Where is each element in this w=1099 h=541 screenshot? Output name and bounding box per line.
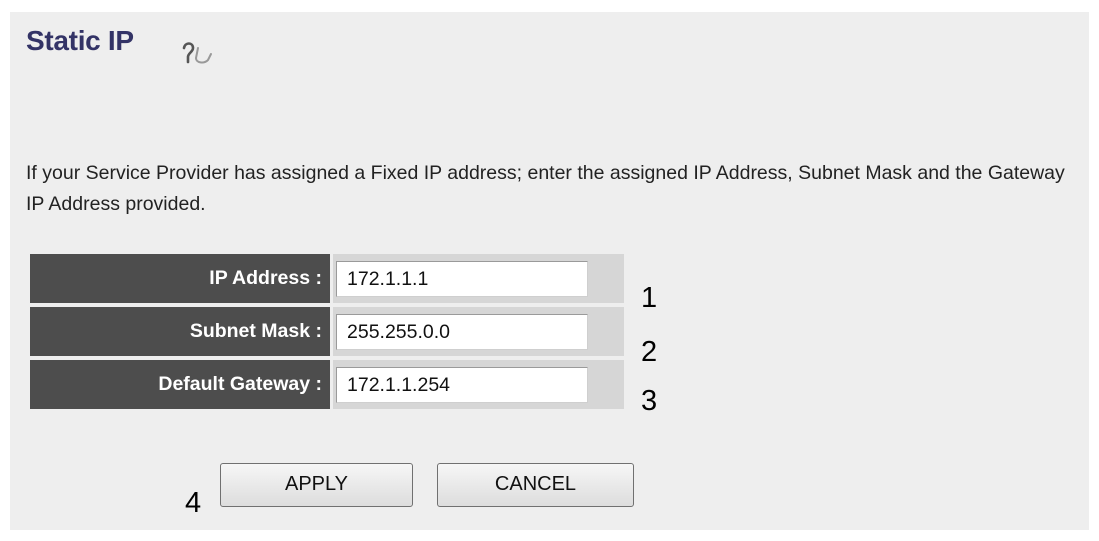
callout-4: 4 [185,487,202,519]
ip-address-cell [333,254,624,303]
default-gateway-cell [333,360,624,409]
default-gateway-label: Default Gateway : [30,360,330,409]
callout-1: 1 [641,282,658,314]
cancel-button[interactable]: CANCEL [437,463,634,507]
subnet-mask-label: Subnet Mask : [30,307,330,356]
ip-address-label: IP Address : [30,254,330,303]
subnet-mask-row: Subnet Mask : [30,307,624,356]
page-title: Static IP [26,25,134,56]
description-text: If your Service Provider has assigned a … [26,162,1065,215]
subnet-mask-cell [333,307,624,356]
help-icon[interactable] [180,38,214,66]
subnet-mask-input[interactable] [336,314,588,350]
default-gateway-input[interactable] [336,367,588,403]
ip-address-row: IP Address : [30,254,624,303]
ip-address-input[interactable] [336,261,588,297]
default-gateway-row: Default Gateway : [30,360,624,409]
static-ip-form: IP Address : Subnet Mask : Default Gatew… [30,254,624,413]
apply-button[interactable]: APPLY [220,463,413,507]
callout-2: 2 [641,336,658,368]
callout-3: 3 [641,385,658,417]
